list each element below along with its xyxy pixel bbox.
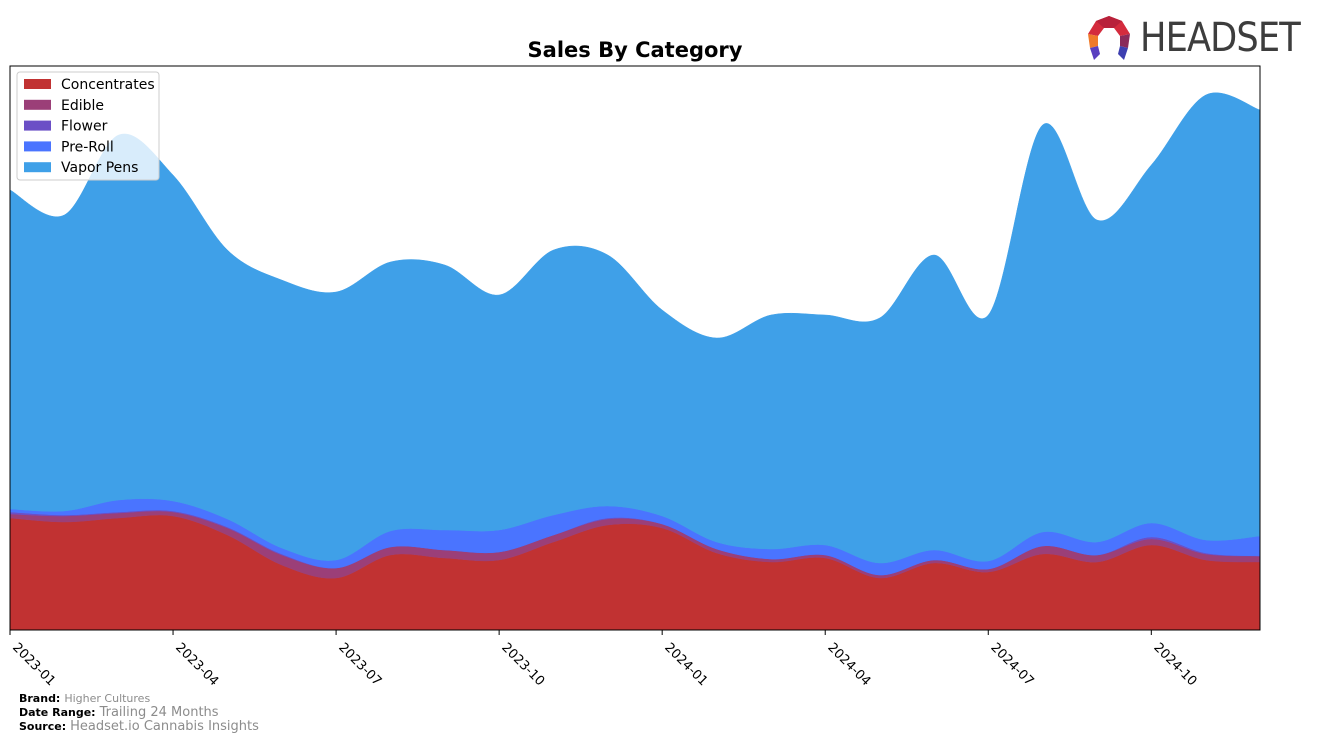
x-tick-label: 2023-01 xyxy=(9,640,58,689)
chart-title: Sales By Category xyxy=(528,38,743,62)
x-tick-label: 2024-04 xyxy=(824,640,873,689)
source-value: Headset.io Cannabis Insights xyxy=(70,719,259,734)
area-vapor-pens xyxy=(9,92,1261,564)
footer-brand: Brand: Higher Cultures xyxy=(19,692,150,706)
date-range-label: Date Range: xyxy=(19,706,96,719)
legend-label-vapor-pens: Vapor Pens xyxy=(61,160,138,176)
headset-logo-icon xyxy=(1088,16,1130,60)
x-tick-label: 2023-07 xyxy=(335,640,384,689)
x-tick-label: 2023-04 xyxy=(172,640,221,689)
footer-source: Source: Headset.io Cannabis Insights xyxy=(19,720,259,734)
legend-swatch-concentrates xyxy=(24,79,51,89)
legend-swatch-vapor-pens xyxy=(24,162,51,173)
headset-logo: HEADSET xyxy=(1084,14,1314,62)
legend-label-edible: Edible xyxy=(61,98,104,114)
x-tick-label: 2024-10 xyxy=(1150,640,1199,689)
x-tick-label: 2024-01 xyxy=(661,640,710,689)
legend-label-flower: Flower xyxy=(61,119,108,135)
legend-label-concentrates: Concentrates xyxy=(61,77,155,93)
x-tick-label: 2024-07 xyxy=(987,640,1036,689)
brand-label: Brand: xyxy=(19,692,61,705)
source-label: Source: xyxy=(19,720,67,733)
x-tick-label: 2023-10 xyxy=(498,640,547,689)
legend-label-pre-roll: Pre-Roll xyxy=(61,139,114,155)
legend-swatch-edible xyxy=(24,99,51,110)
headset-logo-text: HEADSET xyxy=(1140,15,1301,61)
stacked-areas xyxy=(9,92,1261,631)
footer-date-range: Date Range: Trailing 24 Months xyxy=(19,706,219,720)
date-range-value: Trailing 24 Months xyxy=(99,705,219,720)
brand-value: Higher Cultures xyxy=(64,692,151,705)
legend: Concentrates Edible Flower Pre-Roll Vapor Pe… xyxy=(16,71,160,181)
x-axis: 2023-01 2023-04 2023-07 2023-10 2024-01 2024-… xyxy=(9,630,1199,689)
legend-swatch-flower xyxy=(24,120,51,131)
sales-by-category-chart: Sales By Category 2023-01 2023-04 2023-07 2… xyxy=(9,38,1261,689)
legend-swatch-pre-roll xyxy=(24,141,51,152)
